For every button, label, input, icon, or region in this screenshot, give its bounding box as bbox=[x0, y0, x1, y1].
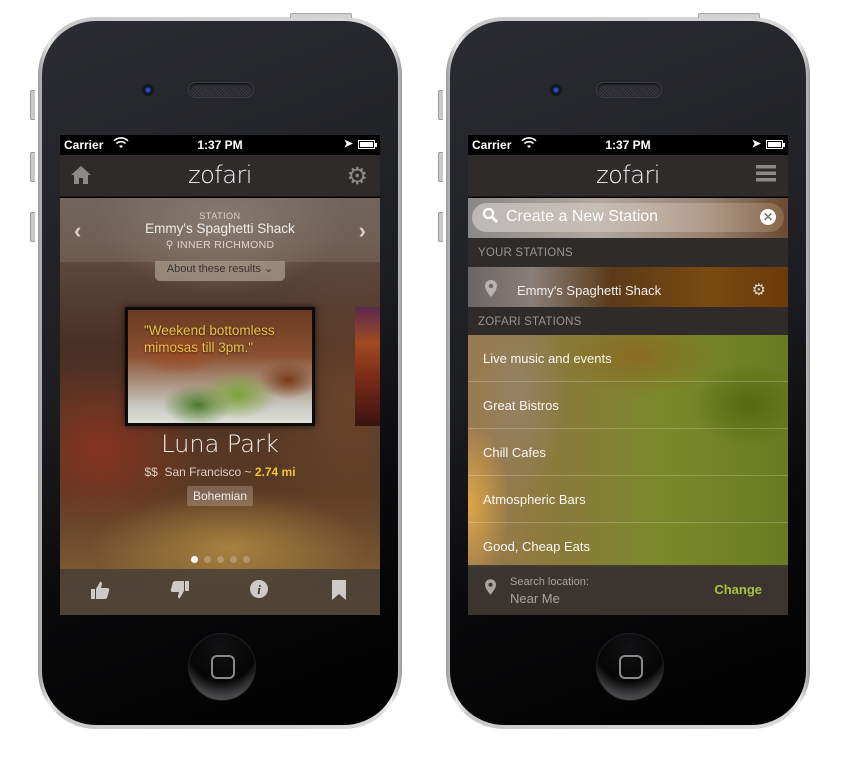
venue-city: San Francisco ~ bbox=[164, 465, 252, 479]
svg-text:i: i bbox=[257, 582, 261, 597]
zofari-stations-header: ZOFARI STATIONS bbox=[468, 307, 788, 335]
clear-icon[interactable]: ✕ bbox=[760, 209, 776, 225]
station-list-item[interactable]: Live music and events bbox=[468, 335, 788, 382]
venue-tag[interactable]: Bohemian bbox=[187, 486, 253, 506]
phone-bezel: Carrier 1:37 PM ➤ zofari Create a New St… bbox=[450, 21, 806, 725]
settings-gear-icon[interactable]: ⚙ bbox=[346, 162, 368, 191]
volume-down-button bbox=[30, 212, 35, 242]
station-list-item[interactable]: Good, Cheap Eats bbox=[468, 523, 788, 567]
search-location-value: Near Me bbox=[510, 591, 560, 606]
page-dot-5[interactable] bbox=[242, 556, 250, 563]
venue-name: Luna Park bbox=[161, 430, 279, 458]
station-list-item[interactable]: Great Bistros bbox=[468, 382, 788, 429]
chevron-down-icon: ⌄ bbox=[264, 263, 274, 275]
app-logo: zofari bbox=[188, 161, 252, 189]
phone-left: Carrier 1:37 PM ➤ zofari ⚙ ‹ STATION Emm… bbox=[30, 13, 402, 729]
your-station-label: Emmy's Spaghetti Shack bbox=[517, 283, 662, 298]
nav-bar: zofari bbox=[468, 155, 788, 197]
home-button[interactable] bbox=[188, 633, 256, 701]
location-arrow-icon: ➤ bbox=[343, 138, 353, 150]
venue-meta: $$ San Francisco ~ 2.74 mi bbox=[60, 465, 380, 479]
info-icon[interactable]: i bbox=[239, 579, 279, 605]
station-list-item[interactable]: Chill Cafes bbox=[468, 429, 788, 476]
search-icon bbox=[482, 207, 498, 228]
home-button[interactable] bbox=[596, 633, 664, 701]
action-bar: i bbox=[60, 569, 380, 615]
page-dot-1[interactable] bbox=[190, 556, 198, 563]
volume-down-button bbox=[438, 212, 443, 242]
station-label: STATION bbox=[199, 211, 241, 221]
map-pin-icon bbox=[485, 579, 496, 600]
zofari-stations-list: Live music and events Great Bistros Chil… bbox=[468, 335, 788, 567]
station-name: Emmy's Spaghetti Shack bbox=[145, 221, 295, 236]
status-bar: Carrier 1:37 PM ➤ bbox=[60, 135, 380, 155]
power-button bbox=[290, 13, 352, 18]
search-bar: Create a New Station ✕ bbox=[468, 198, 788, 238]
location-arrow-icon: ➤ bbox=[751, 138, 761, 150]
battery-icon bbox=[358, 140, 377, 149]
mute-switch bbox=[30, 90, 35, 120]
search-placeholder: Create a New Station bbox=[506, 208, 659, 225]
station-list-item[interactable]: Atmospheric Bars bbox=[468, 476, 788, 523]
phone-bezel: Carrier 1:37 PM ➤ zofari ⚙ ‹ STATION Emm… bbox=[42, 21, 398, 725]
page-dot-4[interactable] bbox=[229, 556, 237, 563]
battery-icon bbox=[766, 140, 785, 149]
front-camera bbox=[141, 83, 155, 97]
earpiece-speaker bbox=[596, 82, 662, 98]
menu-hamburger-icon[interactable] bbox=[756, 162, 776, 190]
page-dot-3[interactable] bbox=[216, 556, 224, 563]
search-location-bar: Search location: Near Me Change bbox=[468, 565, 788, 615]
thumbs-up-icon[interactable] bbox=[80, 579, 120, 607]
map-pin-icon: ⚲ bbox=[165, 239, 174, 251]
page-dot-2[interactable] bbox=[203, 556, 211, 563]
volume-up-button bbox=[30, 152, 35, 182]
your-stations-header: YOUR STATIONS bbox=[468, 238, 788, 266]
phone-right: Carrier 1:37 PM ➤ zofari Create a New St… bbox=[438, 13, 810, 729]
venue-price: $$ bbox=[144, 465, 158, 479]
bookmark-icon[interactable] bbox=[319, 579, 359, 607]
next-venue-card-peek[interactable] bbox=[355, 307, 380, 426]
prev-station-chevron-icon[interactable]: ‹ bbox=[74, 218, 81, 244]
power-button bbox=[698, 13, 760, 18]
station-area: ⚲ INNER RICHMOND bbox=[60, 239, 380, 251]
app-logo: zofari bbox=[596, 161, 660, 189]
station-settings-gear-icon[interactable]: ⚙ bbox=[752, 280, 766, 300]
venue-distance: 2.74 mi bbox=[254, 465, 296, 479]
screen-stations: Carrier 1:37 PM ➤ zofari Create a New St… bbox=[468, 135, 788, 615]
volume-up-button bbox=[438, 152, 443, 182]
station-header: ‹ STATION Emmy's Spaghetti Shack ⚲ INNER… bbox=[60, 198, 380, 262]
status-time: 1:37 PM bbox=[605, 138, 651, 152]
thumbs-down-icon[interactable] bbox=[160, 579, 200, 607]
search-location-label: Search location: bbox=[510, 576, 589, 588]
about-results-label: About these results bbox=[166, 263, 261, 275]
station-area-label: INNER RICHMOND bbox=[176, 239, 275, 251]
screen-discovery: Carrier 1:37 PM ➤ zofari ⚙ ‹ STATION Emm… bbox=[60, 135, 380, 615]
venue-quote: "Weekend bottomless mimosas till 3pm." bbox=[144, 323, 275, 355]
status-bar: Carrier 1:37 PM ➤ bbox=[468, 135, 788, 155]
mute-switch bbox=[438, 90, 443, 120]
page-indicator bbox=[60, 550, 380, 568]
next-station-chevron-icon[interactable]: › bbox=[359, 218, 366, 244]
front-camera bbox=[549, 83, 563, 97]
map-pin-icon bbox=[485, 280, 497, 302]
status-time: 1:37 PM bbox=[197, 138, 243, 152]
venue-photo-card[interactable]: "Weekend bottomless mimosas till 3pm." bbox=[125, 307, 315, 426]
create-station-input[interactable]: Create a New Station ✕ bbox=[472, 203, 784, 232]
change-location-button[interactable]: Change bbox=[714, 582, 762, 597]
nav-bar: zofari ⚙ bbox=[60, 155, 380, 197]
about-results-button[interactable]: About these results ⌄ bbox=[155, 261, 285, 281]
earpiece-speaker bbox=[188, 82, 254, 98]
